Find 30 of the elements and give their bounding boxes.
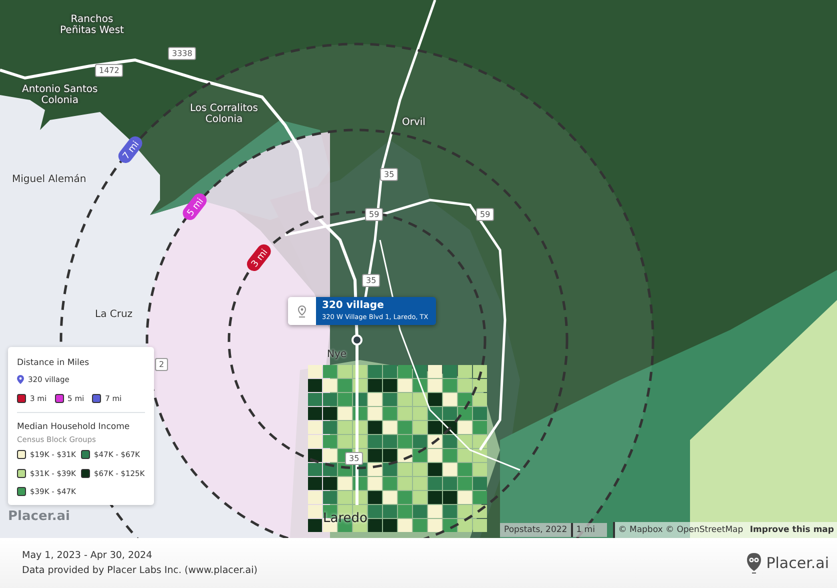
place-label: Miguel Alemán (12, 174, 86, 185)
road-shield: 35 (362, 274, 380, 287)
legend-title: Median Household Income (17, 421, 131, 434)
popup-title: 320 village (322, 299, 385, 312)
road-shield: 35 (380, 168, 398, 181)
attribution-text: © Mapbox © OpenStreetMap (618, 525, 744, 535)
road-shield: 35 (345, 452, 364, 465)
map-watermark: Placer.ai (8, 508, 70, 526)
location-marker[interactable] (352, 334, 362, 346)
place-label: Los Corralitos Colonia (190, 103, 258, 125)
scale-bar: 1 mi (571, 523, 608, 537)
place-label: Antonio Santos Colonia (22, 84, 98, 106)
legend-title: Distance in Miles (17, 357, 90, 370)
distance-label: 3 mi (244, 242, 274, 274)
location-pin-icon (17, 374, 24, 384)
improve-map-link[interactable]: Improve this map (750, 525, 834, 535)
logo-text: Placer.ai (766, 552, 829, 574)
road-shield: 1472 (95, 64, 124, 77)
place-label: Orvil (402, 117, 426, 128)
owl-logo-icon (746, 552, 762, 574)
date-range: May 1, 2023 - Apr 30, 2024 (22, 549, 154, 563)
data-source: Popstats, 2022 (500, 523, 572, 537)
road-shield: 3338 (168, 47, 196, 60)
location-pin-icon (297, 304, 307, 318)
place-label: La Cruz (95, 309, 133, 320)
place-label: Ranchos Peñitas West (60, 14, 124, 36)
road-shield: 59 (365, 208, 384, 221)
road-shield: 59 (476, 208, 494, 221)
provider-text: Data provided by Placer Labs Inc. (www.placer.ai) (22, 564, 258, 578)
road-shield: 2 (155, 358, 168, 371)
